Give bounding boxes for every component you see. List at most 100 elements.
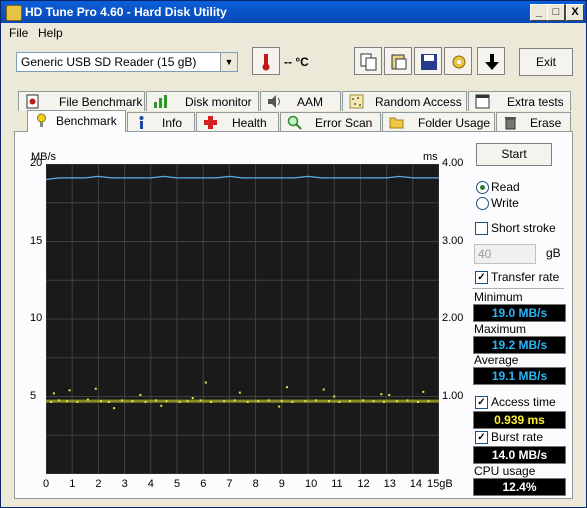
disk-monitor-icon (154, 95, 167, 108)
maximize-button[interactable]: □ (547, 4, 565, 21)
minimize-button[interactable]: _ (530, 4, 548, 21)
x-tick-label: 4 (147, 478, 154, 490)
speaker-icon (268, 95, 280, 108)
cpu-usage-value: 12.4% (473, 478, 566, 496)
random-access-icon (349, 94, 364, 109)
minimum-label: Minimum (474, 290, 523, 304)
access-time-point (160, 404, 163, 407)
menu-help[interactable]: Help (38, 26, 63, 40)
tab-health[interactable]: Health (196, 112, 279, 132)
clipboard-icon (391, 54, 407, 70)
y-right-tick-label: 3.00 (442, 234, 464, 247)
x-tick-label: 3 (121, 478, 128, 490)
y-left-tick-label: 10 (30, 312, 43, 324)
cpu-usage-label: CPU usage (474, 464, 536, 478)
gear-icon (452, 55, 466, 69)
x-tick-label: 13 (383, 478, 396, 490)
folder-icon (389, 117, 404, 129)
health-icon (204, 116, 217, 129)
x-tick-label: 10 (305, 478, 318, 490)
tab-benchmark[interactable]: Benchmark (27, 110, 126, 132)
access-time-point (388, 393, 391, 396)
options-button[interactable] (444, 47, 472, 75)
menu-bar: File Help (1, 24, 586, 42)
tab-disk-monitor[interactable]: Disk monitor (146, 91, 259, 111)
write-radio[interactable] (476, 197, 489, 210)
exit-button[interactable]: Exit (519, 48, 573, 76)
write-label: Write (491, 196, 519, 210)
access-time-point (113, 407, 116, 410)
benchmark-icon (37, 113, 46, 127)
short-stroke-value: 40 (478, 247, 492, 261)
transfer-rate-series (45, 175, 439, 181)
tab-extra-tests[interactable]: Extra tests (468, 91, 571, 111)
transfer-rate-label: Transfer rate (491, 270, 560, 284)
read-label: Read (491, 180, 520, 194)
x-tick-label: 2 (95, 478, 102, 490)
toolbar: Generic USB SD Reader (15 gB) ▼ -- °C Ex… (1, 43, 586, 83)
save-icon (421, 54, 437, 70)
access-time-checkbox[interactable]: ✓ (475, 396, 488, 409)
short-stroke-label: Short stroke (491, 221, 556, 235)
x-tick-label: 6 (200, 478, 207, 490)
start-button[interactable]: Start (476, 143, 552, 166)
burst-rate-value: 14.0 MB/s (473, 446, 566, 464)
app-icon (6, 5, 22, 21)
access-time-point (52, 392, 55, 395)
y-right-tick-label: 1.00 (442, 389, 464, 402)
tab-erase[interactable]: Erase (496, 112, 571, 132)
x-tick-label: 5 (174, 478, 181, 490)
short-stroke-checkbox[interactable] (475, 222, 488, 235)
maximum-value: 19.2 MB/s (473, 336, 566, 354)
extra-tests-icon (475, 94, 490, 109)
access-time-point (422, 390, 425, 393)
tab-aam[interactable]: AAM (260, 91, 341, 111)
download-button[interactable] (477, 47, 505, 75)
menu-file[interactable]: File (9, 26, 28, 40)
minimum-value: 19.0 MB/s (473, 304, 566, 322)
access-time-point (322, 388, 325, 391)
thermometer-icon (262, 54, 270, 71)
transfer-rate-checkbox[interactable]: ✓ (475, 271, 488, 284)
benchmark-chart (45, 163, 440, 475)
info-icon (139, 116, 144, 129)
file-benchmark-icon (26, 94, 39, 109)
y-right-tick-label: 2.00 (442, 312, 464, 324)
access-time-value: 0.939 ms (473, 411, 566, 429)
trash-icon (505, 117, 516, 130)
access-time-point (204, 381, 207, 384)
burst-rate-checkbox[interactable]: ✓ (475, 431, 488, 444)
average-label: Average (474, 353, 519, 367)
tab-file-benchmark[interactable]: File Benchmark (18, 91, 145, 111)
access-time-point (68, 389, 71, 392)
drive-select[interactable]: Generic USB SD Reader (15 gB) ▼ (16, 52, 238, 72)
tab-folder-usage[interactable]: Folder Usage (382, 112, 495, 132)
burst-rate-label: Burst rate (491, 430, 544, 444)
temperature-button[interactable] (252, 47, 280, 75)
short-stroke-unit: gB (546, 246, 561, 260)
copy-image-button[interactable] (384, 47, 412, 75)
close-button[interactable]: X (566, 4, 584, 21)
chevron-down-icon[interactable]: ▼ (220, 53, 237, 71)
y-left-tick-label: 15 (30, 234, 43, 247)
y-left-tick-label: 5 (30, 389, 37, 402)
x-tick-label: 12 (357, 478, 370, 490)
separator (472, 288, 564, 289)
read-radio[interactable] (476, 181, 489, 194)
short-stroke-input[interactable]: 40 (474, 244, 536, 264)
x-tick-label: 15gB (427, 478, 453, 490)
error-scan-icon (287, 115, 302, 130)
tab-random-access[interactable]: Random Access (342, 91, 467, 111)
chart-svg (45, 163, 440, 475)
copy-icon (360, 53, 377, 71)
tab-error-scan[interactable]: Error Scan (280, 112, 381, 132)
access-time-point (191, 397, 194, 400)
title-bar[interactable]: HD Tune Pro 4.60 - Hard Disk Utility _ □… (1, 1, 586, 23)
copy-text-button[interactable] (354, 47, 382, 75)
tab-info[interactable]: Info (127, 112, 195, 132)
tab-strip: File Benchmark Disk monitor AAM Random A… (1, 88, 586, 133)
save-button[interactable] (414, 47, 442, 75)
access-time-label: Access time (491, 395, 556, 409)
window-title: HD Tune Pro 4.60 - Hard Disk Utility (25, 5, 227, 19)
drive-select-value: Generic USB SD Reader (15 gB) (21, 55, 197, 69)
